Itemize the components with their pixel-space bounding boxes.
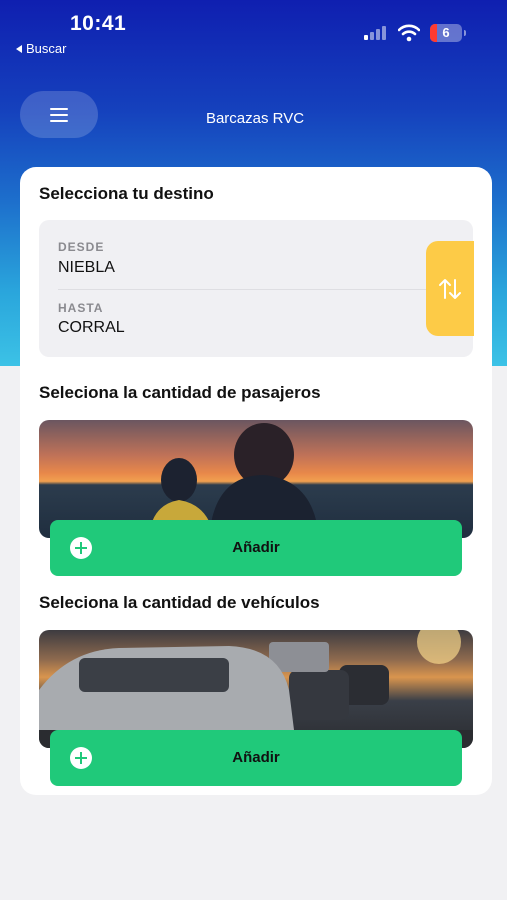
status-time: 10:41 xyxy=(70,12,127,35)
back-arrow-icon xyxy=(16,44,22,53)
route-divider xyxy=(58,289,427,290)
route-selector: DESDE NIEBLA HASTA CORRAL xyxy=(39,220,473,357)
vehicles-title: Seleciona la cantidad de vehículos xyxy=(39,593,320,612)
cellular-signal-icon xyxy=(364,26,386,40)
from-field[interactable]: NIEBLA xyxy=(58,259,115,277)
battery-icon: 6 xyxy=(430,24,462,42)
to-field[interactable]: CORRAL xyxy=(58,319,125,337)
app-title: Barcazas RVC xyxy=(205,110,305,127)
back-label: Buscar xyxy=(26,41,67,56)
destination-title: Selecciona tu destino xyxy=(39,184,214,203)
add-passengers-label: Añadir xyxy=(232,539,280,556)
battery-level: 6 xyxy=(442,25,450,40)
add-vehicles-button[interactable]: Añadir xyxy=(50,730,462,786)
swap-arrows-icon xyxy=(439,278,461,299)
add-vehicles-label: Añadir xyxy=(232,749,280,766)
wifi-icon xyxy=(398,24,420,42)
passengers-title: Seleciona la cantidad de pasajeros xyxy=(39,383,321,402)
add-passengers-button[interactable]: Añadir xyxy=(50,520,462,576)
booking-card: Selecciona tu destino DESDE NIEBLA HASTA… xyxy=(20,167,492,795)
to-label: HASTA xyxy=(58,301,104,315)
swap-route-button[interactable] xyxy=(426,241,474,336)
hamburger-icon xyxy=(50,107,68,122)
menu-button[interactable] xyxy=(20,91,98,138)
back-to-search-link[interactable]: Buscar xyxy=(16,41,66,56)
from-label: DESDE xyxy=(58,240,105,254)
